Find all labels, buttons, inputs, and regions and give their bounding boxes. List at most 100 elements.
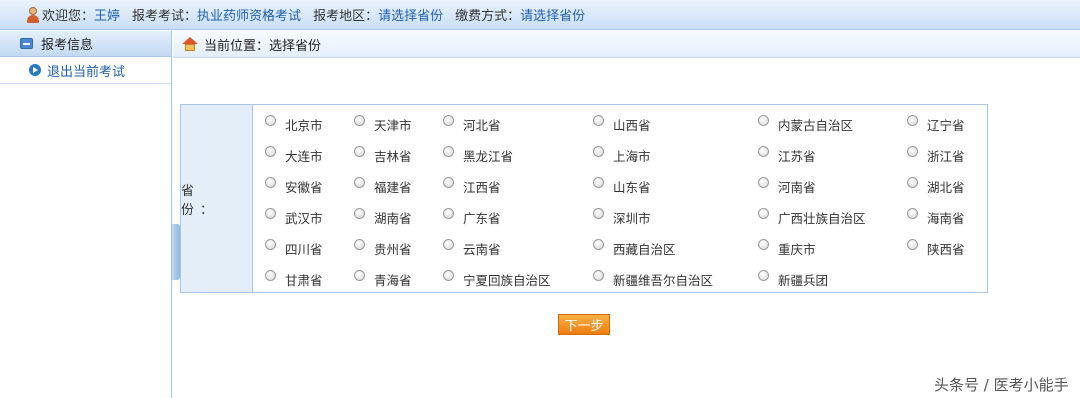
province-option[interactable]: 新疆兵团 — [758, 270, 828, 289]
province-name: 吉林省 — [374, 149, 412, 164]
exam-label: 报考考试： — [132, 9, 198, 24]
province-name: 湖南省 — [374, 211, 412, 226]
province-name: 深圳市 — [613, 211, 651, 226]
province-option[interactable]: 大连市 — [265, 146, 323, 165]
payment-value: 请选择省份 — [520, 9, 586, 24]
province-option[interactable]: 甘肃省 — [265, 270, 323, 289]
province-radio[interactable] — [593, 239, 604, 250]
user-name: 王婷 — [94, 9, 121, 24]
province-option[interactable]: 陕西省 — [907, 239, 965, 258]
province-radio[interactable] — [758, 146, 769, 157]
province-radio[interactable] — [354, 177, 365, 188]
province-selection-panel: 省 份： 北京市 天津市 河北省 山西省 内蒙古自治区 辽宁省 大连市 吉林省 黑龙江省 上海市江… — [180, 104, 988, 293]
province-radio[interactable] — [354, 115, 365, 126]
province-option[interactable]: 云南省 — [443, 239, 501, 258]
province-name: 青海省 — [374, 273, 412, 288]
province-name: 云南省 — [463, 242, 501, 257]
province-option[interactable]: 河北省 — [443, 115, 501, 134]
province-option[interactable]: 福建省 — [354, 177, 412, 196]
payment-label: 缴费方式： — [455, 9, 521, 24]
province-option[interactable]: 西藏自治区 — [593, 239, 676, 258]
province-radio[interactable] — [354, 208, 365, 219]
province-option[interactable]: 辽宁省 — [907, 115, 965, 134]
province-option[interactable]: 宁夏回族自治区 — [443, 270, 551, 289]
province-radio[interactable] — [758, 177, 769, 188]
sidebar-collapse-handle[interactable] — [172, 224, 180, 280]
province-radio[interactable] — [758, 208, 769, 219]
province-option[interactable]: 内蒙古自治区 — [758, 115, 853, 134]
province-radio[interactable] — [443, 270, 454, 281]
province-option[interactable]: 新疆维吾尔自治区 — [593, 270, 713, 289]
province-name: 河南省 — [778, 180, 816, 195]
province-radio[interactable] — [265, 270, 276, 281]
province-radio[interactable] — [758, 239, 769, 250]
province-radio[interactable] — [907, 115, 918, 126]
province-option[interactable]: 吉林省 — [354, 146, 412, 165]
province-option[interactable]: 河南省 — [758, 177, 816, 196]
province-radio[interactable] — [593, 270, 604, 281]
province-radio[interactable] — [265, 115, 276, 126]
province-option[interactable]: 江西省 — [443, 177, 501, 196]
province-option[interactable]: 浙江省 — [907, 146, 965, 165]
province-radio[interactable] — [443, 239, 454, 250]
province-option[interactable]: 青海省 — [354, 270, 412, 289]
province-name: 天津市 — [374, 118, 412, 133]
province-option[interactable]: 湖北省 — [907, 177, 965, 196]
collapse-minus-icon[interactable] — [20, 38, 33, 49]
home-icon — [182, 37, 198, 51]
province-radio[interactable] — [354, 239, 365, 250]
welcome-label: 欢迎您： — [42, 9, 95, 24]
province-radio[interactable] — [907, 208, 918, 219]
province-radio[interactable] — [265, 177, 276, 188]
province-radio[interactable] — [758, 115, 769, 126]
province-radio[interactable] — [593, 115, 604, 126]
province-option[interactable]: 湖南省 — [354, 208, 412, 227]
province-option[interactable]: 北京市 — [265, 115, 323, 134]
sidebar-header-label: 报考信息 — [41, 38, 94, 53]
province-option[interactable]: 广西壮族自治区 — [758, 208, 866, 227]
province-name: 辽宁省 — [927, 118, 965, 133]
province-option[interactable]: 江苏省 — [758, 146, 816, 165]
province-name: 江苏省 — [778, 149, 816, 164]
province-option[interactable]: 深圳市 — [593, 208, 651, 227]
province-radio[interactable] — [443, 115, 454, 126]
province-radio[interactable] — [354, 146, 365, 157]
province-option[interactable]: 广东省 — [443, 208, 501, 227]
sidebar-item-exit-exam[interactable]: 退出当前考试 — [0, 57, 171, 84]
province-radio[interactable] — [265, 146, 276, 157]
province-option[interactable]: 四川省 — [265, 239, 323, 258]
province-radio[interactable] — [593, 177, 604, 188]
province-radio[interactable] — [907, 239, 918, 250]
province-name: 广西壮族自治区 — [778, 211, 866, 226]
breadcrumb: 当前位置：选择省份 — [173, 31, 1080, 58]
province-radio[interactable] — [758, 270, 769, 281]
province-radio[interactable] — [907, 146, 918, 157]
province-radio[interactable] — [593, 146, 604, 157]
sidebar: 报考信息 退出当前考试 — [0, 31, 172, 398]
province-option[interactable]: 上海市 — [593, 146, 651, 165]
province-option[interactable]: 重庆市 — [758, 239, 816, 258]
province-radio[interactable] — [593, 208, 604, 219]
next-step-button[interactable]: 下一步 — [558, 314, 610, 335]
province-name: 新疆维吾尔自治区 — [613, 273, 714, 288]
province-option[interactable]: 黑龙江省 — [443, 146, 513, 165]
province-radio[interactable] — [354, 270, 365, 281]
province-option[interactable]: 贵州省 — [354, 239, 412, 258]
province-radio[interactable] — [443, 208, 454, 219]
province-option[interactable]: 山西省 — [593, 115, 651, 134]
province-radio[interactable] — [265, 239, 276, 250]
province-name: 贵州省 — [374, 242, 412, 257]
province-radio[interactable] — [443, 146, 454, 157]
province-radio[interactable] — [907, 177, 918, 188]
province-name: 湖北省 — [927, 180, 965, 195]
province-option[interactable]: 天津市 — [354, 115, 412, 134]
sidebar-header[interactable]: 报考信息 — [0, 31, 171, 57]
province-option[interactable]: 武汉市 — [265, 208, 323, 227]
sidebar-item-label: 退出当前考试 — [47, 64, 126, 80]
province-radio[interactable] — [443, 177, 454, 188]
province-radio[interactable] — [265, 208, 276, 219]
province-option[interactable]: 山东省 — [593, 177, 651, 196]
province-option[interactable]: 海南省 — [907, 208, 965, 227]
province-name: 大连市 — [285, 149, 323, 164]
province-option[interactable]: 安徽省 — [265, 177, 323, 196]
